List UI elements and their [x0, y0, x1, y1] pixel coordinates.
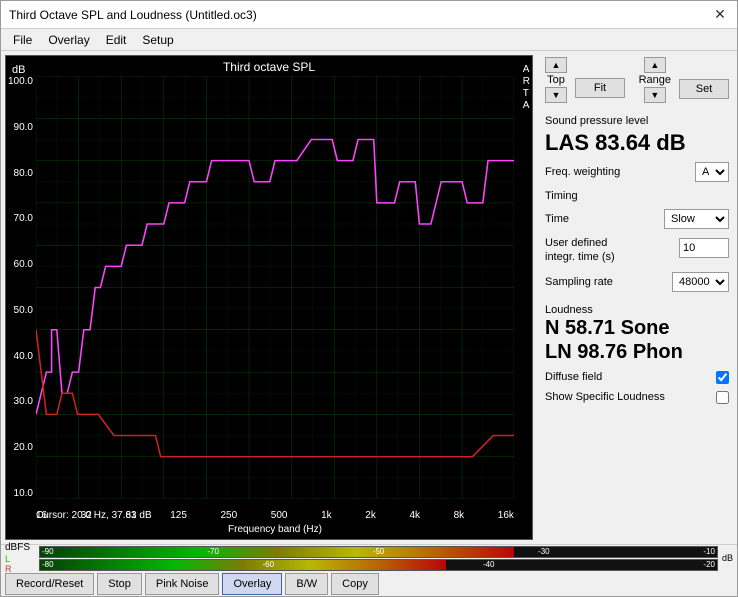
- y-tick-40: 40.0: [14, 351, 33, 362]
- x-tick-8k: 8k: [454, 510, 465, 521]
- level-meters: -90 -70 -50 -30 -10 -80 -60 -40 -: [39, 546, 718, 571]
- fit-button[interactable]: Fit: [575, 78, 625, 98]
- x-tick-1k: 1k: [321, 510, 332, 521]
- y-tick-100: 100.0: [8, 76, 33, 87]
- dbfs-label: dBFS L R: [5, 542, 37, 574]
- main-content: Third octave SPL ARTA dB 100.0 90.0 80.0…: [1, 51, 737, 544]
- top-up-button[interactable]: ▲: [545, 57, 567, 73]
- right-panel: ▲ Top ▼ Fit ▲ Range ▼ Set: [537, 51, 737, 544]
- top-control-group: ▲ Top ▼: [545, 57, 567, 103]
- show-specific-row: Show Specific Loudness: [545, 391, 729, 404]
- overlay-button[interactable]: Overlay: [222, 573, 282, 595]
- time-row: Time Fast Slow Impulse Leq: [545, 209, 729, 229]
- y-tick-70: 70.0: [14, 213, 33, 224]
- record-reset-button[interactable]: Record/Reset: [5, 573, 94, 595]
- range-label: Range: [639, 74, 671, 86]
- menu-setup[interactable]: Setup: [134, 31, 181, 49]
- y-tick-30: 30.0: [14, 396, 33, 407]
- close-button[interactable]: ✕: [711, 6, 729, 24]
- x-tick-250: 250: [221, 510, 238, 521]
- fit-control-group: Fit: [575, 61, 625, 99]
- range-controls: ▲ Top ▼ Fit ▲ Range ▼ Set: [545, 57, 729, 103]
- set-control-group: Set: [679, 62, 729, 99]
- menu-bar: File Overlay Edit Setup: [1, 29, 737, 51]
- x-tick-16k: 16k: [498, 510, 514, 521]
- spl-section-label: Sound pressure level: [545, 115, 729, 127]
- chart-svg: [36, 76, 514, 499]
- timing-label: Timing: [545, 190, 729, 202]
- diffuse-field-label: Diffuse field: [545, 371, 602, 383]
- user-integr-input[interactable]: [679, 238, 729, 258]
- y-axis-ticks: 100.0 90.0 80.0 70.0 60.0 50.0 40.0 30.0…: [6, 76, 36, 499]
- chart-title: Third octave SPL: [6, 60, 532, 74]
- sampling-rate-row: Sampling rate 44100 48000 96000: [545, 272, 729, 292]
- cursor-info: Cursor: 20.0 Hz, 37.81 dB: [36, 510, 152, 521]
- freq-weighting-row: Freq. weighting A C Z: [545, 162, 729, 182]
- y-tick-80: 80.0: [14, 168, 33, 179]
- diffuse-field-row: Diffuse field: [545, 371, 729, 384]
- y-tick-90: 90.0: [14, 122, 33, 133]
- arta-label: ARTA: [523, 64, 530, 112]
- x-tick-2k: 2k: [365, 510, 376, 521]
- y-tick-60: 60.0: [14, 259, 33, 270]
- dbfs-text: dBFS: [5, 542, 37, 553]
- ln-value: LN 98.76 Phon: [545, 340, 729, 364]
- spl-value: LAS 83.64 dB: [545, 131, 729, 155]
- time-label: Time: [545, 213, 569, 225]
- title-bar: Third Octave SPL and Loudness (Untitled.…: [1, 1, 737, 29]
- x-axis-title: Frequency band (Hz): [36, 524, 514, 535]
- loudness-section: Loudness N 58.71 Sone LN 98.76 Phon: [545, 300, 729, 364]
- x-tick-500: 500: [271, 510, 288, 521]
- y-tick-10: 10.0: [14, 488, 33, 499]
- dbfs-row: dBFS L R -90 -70 -50 -30 -10: [1, 545, 737, 571]
- range-down-button[interactable]: ▼: [644, 87, 666, 103]
- show-specific-label: Show Specific Loudness: [545, 391, 665, 403]
- freq-weighting-select[interactable]: A C Z: [695, 162, 729, 182]
- time-select[interactable]: Fast Slow Impulse Leq: [664, 209, 729, 229]
- y-tick-20: 20.0: [14, 442, 33, 453]
- n-value: N 58.71 Sone: [545, 316, 729, 340]
- range-up-button[interactable]: ▲: [644, 57, 666, 73]
- set-button[interactable]: Set: [679, 79, 729, 99]
- buttons-row: Record/Reset Stop Pink Noise Overlay B/W…: [1, 571, 737, 596]
- top-label: Top: [547, 74, 565, 86]
- bottom-bar: dBFS L R -90 -70 -50 -30 -10: [1, 544, 737, 596]
- y-tick-50: 50.0: [14, 305, 33, 316]
- l-label: L: [5, 554, 37, 564]
- freq-weighting-label: Freq. weighting: [545, 166, 620, 178]
- stop-button[interactable]: Stop: [97, 573, 142, 595]
- bw-button[interactable]: B/W: [285, 573, 328, 595]
- menu-file[interactable]: File: [5, 31, 40, 49]
- l-meter: -90 -70 -50 -30 -10: [39, 546, 718, 558]
- top-down-button[interactable]: ▼: [545, 87, 567, 103]
- chart-area: Third octave SPL ARTA dB 100.0 90.0 80.0…: [5, 55, 533, 540]
- x-tick-125: 125: [170, 510, 187, 521]
- menu-overlay[interactable]: Overlay: [40, 31, 97, 49]
- pink-noise-button[interactable]: Pink Noise: [145, 573, 220, 595]
- loudness-section-label: Loudness: [545, 304, 729, 316]
- menu-edit[interactable]: Edit: [98, 31, 135, 49]
- show-specific-checkbox[interactable]: [716, 391, 729, 404]
- r-meter: -80 -60 -40 -20: [39, 559, 718, 571]
- main-window: Third Octave SPL and Loudness (Untitled.…: [0, 0, 738, 597]
- copy-button[interactable]: Copy: [331, 573, 379, 595]
- chart-grid: [36, 76, 514, 499]
- user-integr-row: User defined integr. time (s): [545, 236, 729, 265]
- diffuse-field-checkbox[interactable]: [716, 371, 729, 384]
- sampling-rate-select[interactable]: 44100 48000 96000: [672, 272, 729, 292]
- sampling-rate-label: Sampling rate: [545, 276, 613, 288]
- window-title: Third Octave SPL and Loudness (Untitled.…: [9, 8, 257, 22]
- range-control-group: ▲ Range ▼: [639, 57, 671, 103]
- user-integr-label: User defined integr. time (s): [545, 236, 640, 265]
- x-tick-4k: 4k: [409, 510, 420, 521]
- y-axis-label: dB: [12, 64, 25, 76]
- db-end-label: dB: [720, 553, 733, 563]
